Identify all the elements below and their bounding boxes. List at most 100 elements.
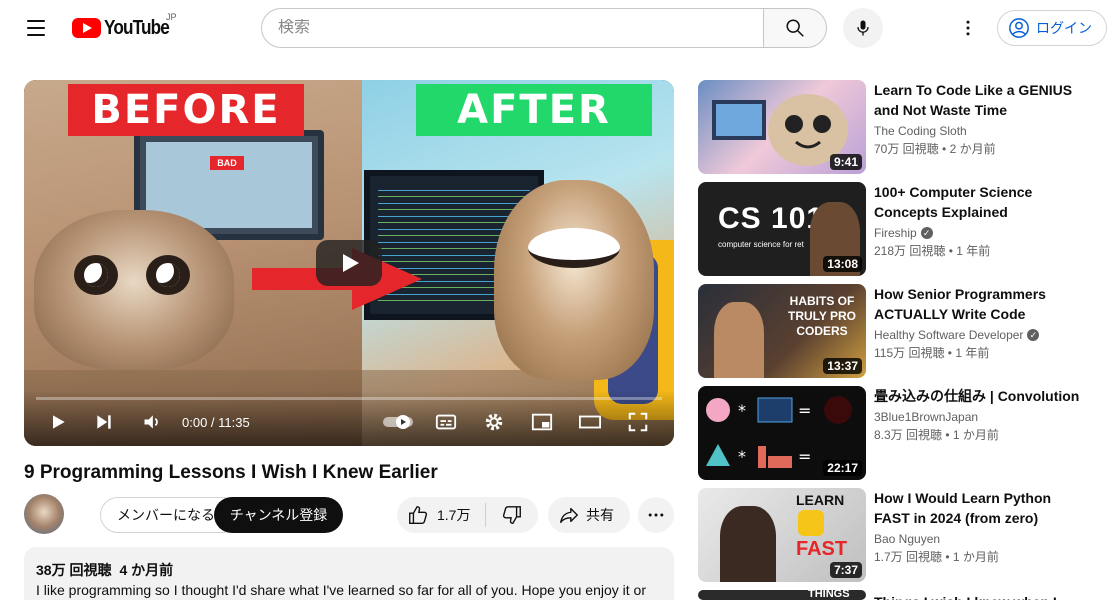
- recommendation-item[interactable]: * = * = 22:17 畳み込みの仕組み | Convolution 3Bl…: [698, 386, 1098, 480]
- search-icon: [786, 19, 804, 37]
- recommendation-meta: 1.7万 回視聴 • 1 か月前: [874, 550, 999, 564]
- recommendation-item[interactable]: HABITS OF TRULY PRO CODERS 13:37 How Sen…: [698, 284, 1098, 378]
- recommendation-title: How Senior Programmers ACTUALLY Write Co…: [874, 286, 1046, 322]
- horizontal-dots-icon: [648, 513, 664, 517]
- next-button[interactable]: [90, 408, 118, 436]
- recommendation-channel: 3Blue1BrownJapan: [874, 408, 1084, 426]
- description-box[interactable]: 38万 回視聴 4 か月前 I like programming so I tho…: [24, 547, 674, 600]
- recommendation-channel: Fireship ✓: [874, 224, 1084, 242]
- microphone-icon: [857, 20, 869, 36]
- recommendation-title: How I Would Learn Python FAST in 2024 (f…: [874, 490, 1052, 526]
- recommendation-thumbnail: LEARN FAST 7:37: [698, 488, 866, 582]
- thumb-cs101-text: CS 101: [718, 202, 825, 235]
- recommendation-title: 畳み込みの仕組み | Convolution: [874, 388, 1080, 404]
- svg-text:=: =: [798, 447, 811, 466]
- recommendation-thumbnail: THINGS: [698, 590, 866, 600]
- recommendation-meta: 115万 回視聴 • 1 年前: [874, 346, 990, 360]
- more-actions-button[interactable]: [638, 497, 674, 533]
- vertical-dots-icon: [966, 20, 970, 36]
- voice-search-button[interactable]: [843, 8, 883, 48]
- center-play-button[interactable]: [316, 240, 382, 286]
- video-player[interactable]: BAD BEFORE AFTER 0:00 / 11:35: [24, 80, 674, 446]
- thumbs-down-icon: [502, 506, 521, 524]
- youtube-logo[interactable]: YouTube: [72, 17, 180, 39]
- thumbs-up-icon: [409, 506, 428, 524]
- share-icon: [560, 507, 578, 524]
- like-button[interactable]: 1.7万: [397, 497, 485, 533]
- recommendation-title: Learn To Code Like a GENIUS and Not Wast…: [874, 82, 1073, 118]
- account-icon: [1009, 18, 1029, 38]
- channel-avatar[interactable]: [24, 494, 64, 534]
- dislike-button[interactable]: [486, 497, 538, 533]
- join-label: メンバーになる: [117, 507, 215, 523]
- search-button[interactable]: [763, 8, 827, 48]
- after-label: AFTER: [416, 84, 652, 136]
- recommendation-item[interactable]: CS 101 computer science for ret 13:08 10…: [698, 182, 1098, 276]
- svg-text:=: =: [798, 401, 811, 420]
- rec-age: 2 か月前: [949, 142, 996, 156]
- autoplay-toggle[interactable]: [382, 408, 416, 436]
- recommendation-item[interactable]: 9:41 Learn To Code Like a GENIUS and Not…: [698, 80, 1098, 174]
- verified-badge-icon: ✓: [1027, 329, 1040, 341]
- settings-more-button[interactable]: [952, 12, 984, 44]
- svg-text:*: *: [738, 447, 746, 466]
- share-label: 共有: [586, 507, 614, 523]
- theater-mode-button[interactable]: [576, 408, 604, 436]
- recommendation-title: Things I wish I knew when I: [874, 592, 1084, 600]
- presenter-photo: [720, 506, 776, 582]
- miniplayer-icon: [531, 413, 553, 431]
- miniplayer-button[interactable]: [528, 408, 556, 436]
- recommendation-meta: 8.3万 回視聴 • 1 か月前: [874, 428, 999, 442]
- verified-badge-icon: ✓: [920, 227, 933, 239]
- python-logo-icon: [798, 510, 824, 536]
- time-display: 0:00 / 11:35: [182, 415, 250, 430]
- subscribe-button[interactable]: チャンネル登録: [214, 497, 343, 533]
- recommendation-thumbnail: 9:41: [698, 80, 866, 174]
- recommendation-item[interactable]: LEARN FAST 7:37 How I Would Learn Python…: [698, 488, 1098, 582]
- share-button[interactable]: 共有: [548, 497, 630, 533]
- channel-name: Healthy Software Developer: [874, 328, 1024, 342]
- subtitles-button[interactable]: [432, 408, 460, 436]
- menu-icon[interactable]: [20, 12, 52, 44]
- volume-icon: [144, 415, 158, 429]
- rec-age: 1 か月前: [952, 428, 999, 442]
- channel-name: Bao Nguyen: [874, 532, 941, 546]
- description-text: I like programming so I thought I'd shar…: [36, 582, 646, 598]
- player-controls: 0:00 / 11:35: [24, 390, 674, 446]
- fullscreen-button[interactable]: [624, 408, 652, 436]
- recommendation-thumbnail: * = * = 22:17: [698, 386, 866, 480]
- svg-text:*: *: [738, 401, 746, 420]
- presenter-photo: [714, 302, 764, 378]
- theater-mode-icon: [579, 415, 601, 429]
- video-title: 9 Programming Lessons I Wish I Knew Earl…: [24, 462, 438, 483]
- channel-name: Fireship: [874, 226, 917, 240]
- view-count: 38万 回視聴: [36, 562, 112, 578]
- description-meta: 38万 回視聴 4 か月前: [36, 560, 662, 580]
- signin-button[interactable]: ログイン: [997, 10, 1107, 46]
- rec-age: 1 年前: [955, 346, 990, 360]
- search-input[interactable]: [278, 19, 747, 37]
- recommendation-channel: Healthy Software Developer ✓: [874, 326, 1084, 344]
- duration-badge: 9:41: [829, 154, 862, 170]
- settings-button[interactable]: [480, 408, 508, 436]
- rec-views: 1.7万 回視聴: [874, 550, 943, 564]
- signin-label: ログイン: [1036, 20, 1092, 36]
- thumb-cs101-subtext: computer science for ret: [718, 240, 804, 249]
- logo-text: YouTube: [104, 16, 170, 39]
- sad-sloth-illustration: [34, 210, 234, 370]
- happy-sloth-illustration: [494, 180, 654, 380]
- rec-views: 70万 回視聴: [874, 142, 939, 156]
- channel-name: The Coding Sloth: [874, 124, 967, 138]
- volume-button[interactable]: [138, 408, 166, 436]
- recommendation-item[interactable]: THINGS Things I wish I knew when I: [698, 590, 1098, 600]
- like-dislike-group: 1.7万: [397, 497, 538, 533]
- autoplay-toggle-icon: [383, 415, 413, 429]
- progress-bar[interactable]: [36, 397, 662, 400]
- recommendation-title: 100+ Computer Science Concepts Explained: [874, 184, 1033, 220]
- fullscreen-icon: [628, 412, 648, 432]
- search-box: [261, 8, 763, 48]
- upload-age: 4 か月前: [119, 562, 174, 578]
- channel-name: 3Blue1BrownJapan: [874, 410, 979, 424]
- play-icon: [53, 415, 65, 429]
- play-button[interactable]: [44, 408, 72, 436]
